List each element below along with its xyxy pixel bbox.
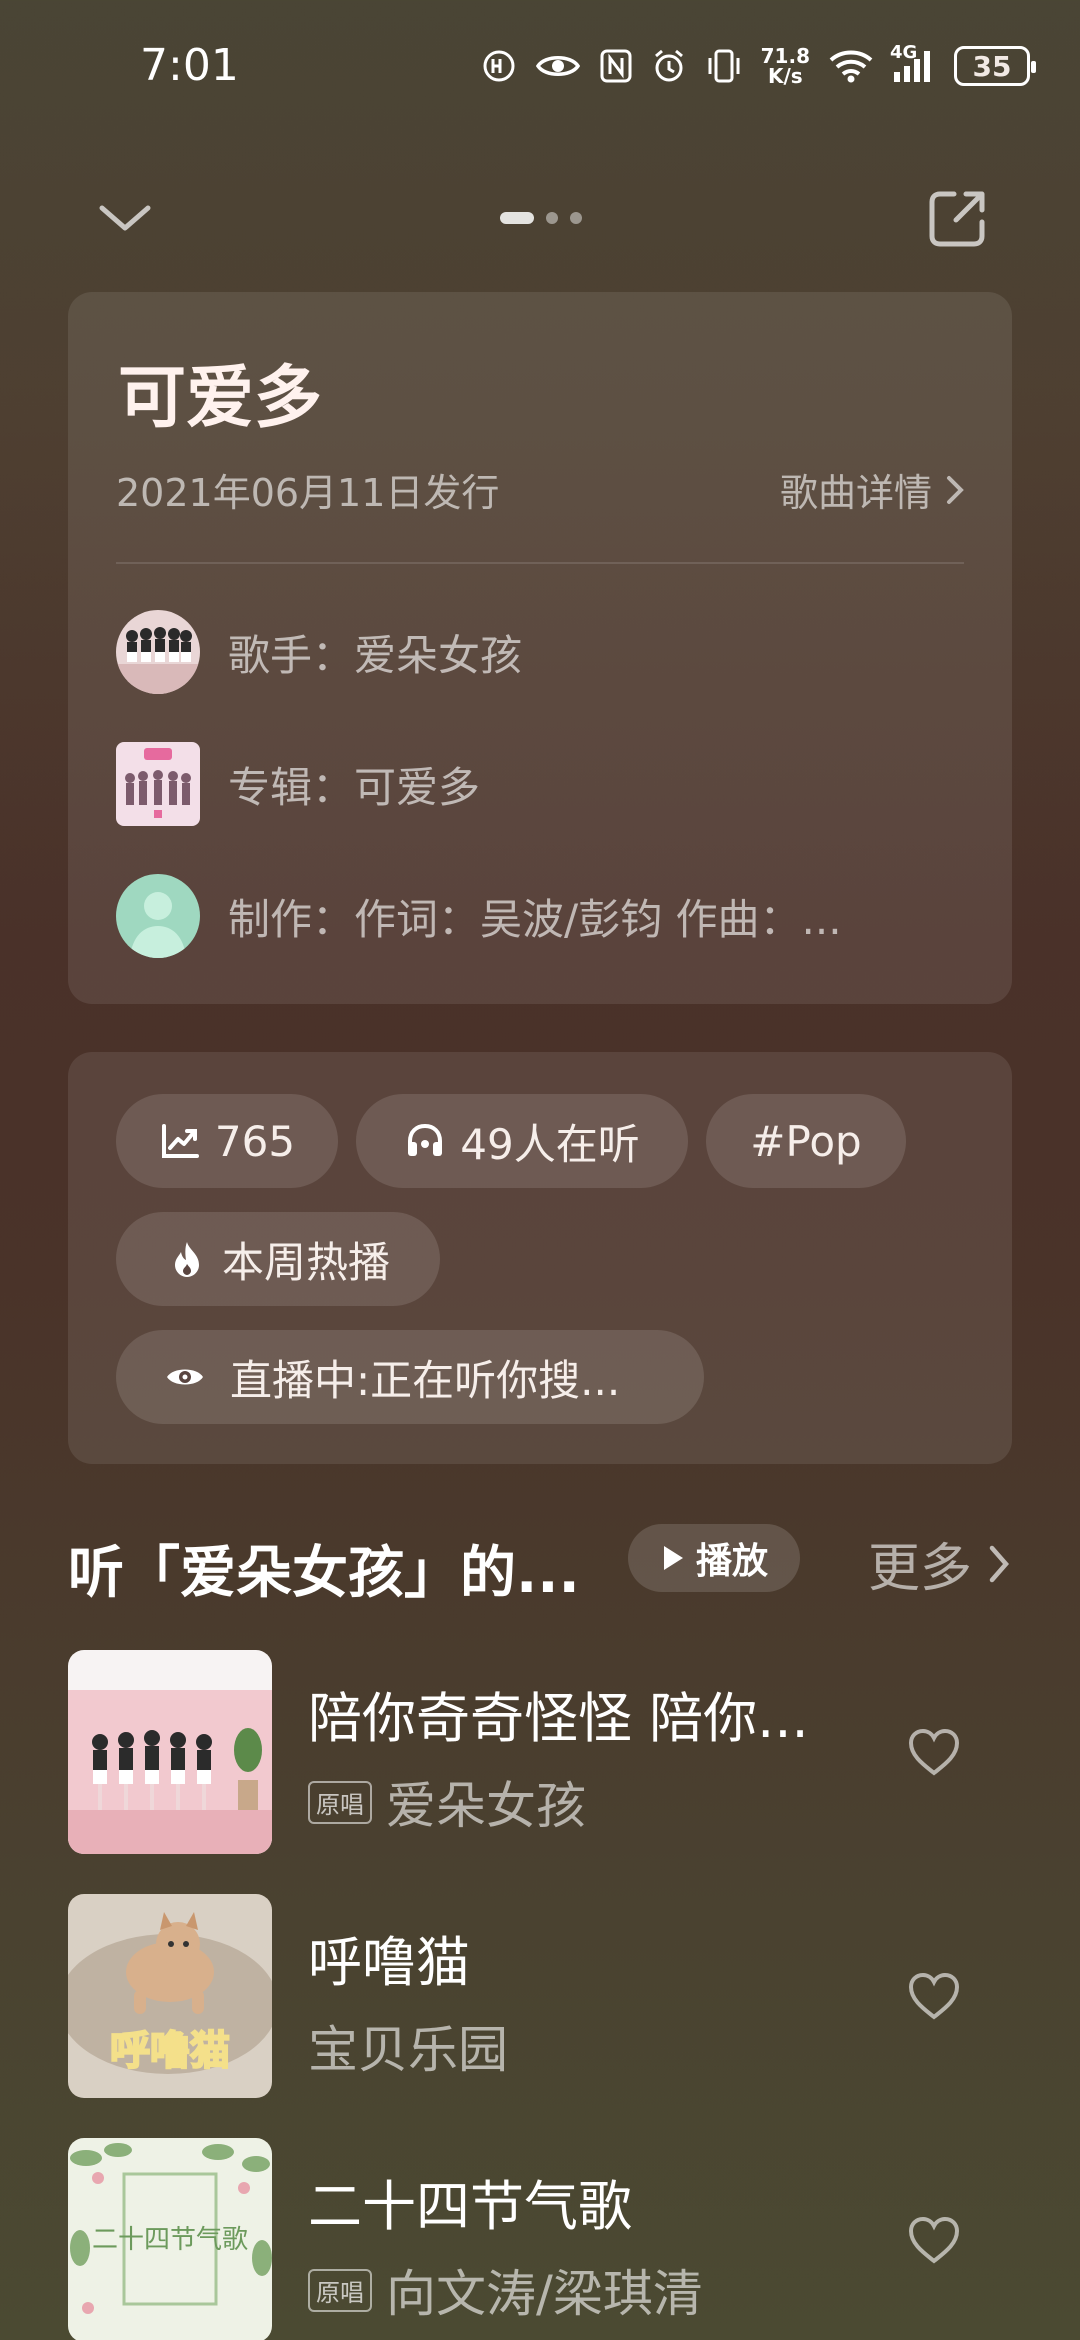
song-artist: 爱朵女孩: [386, 1777, 586, 1835]
song-artist-row: 宝贝乐园: [308, 2010, 508, 2082]
play-all-label: 播放: [695, 1541, 768, 1582]
share-icon: [929, 191, 985, 247]
svg-text:二十四节气歌: 二十四节气歌: [92, 2225, 248, 2255]
page-indicator: [500, 212, 582, 224]
genre-chip[interactable]: #Pop: [706, 1094, 906, 1188]
alarm-icon: [651, 48, 687, 84]
share-button[interactable]: [924, 186, 990, 252]
live-chip[interactable]: 直播中:正在听你搜...: [116, 1330, 704, 1424]
svg-text:呼噜猫: 呼噜猫: [110, 2028, 230, 2074]
song-detail-label: 歌曲详情: [779, 471, 932, 515]
song-artist: 向文涛/梁琪清: [386, 2265, 703, 2323]
song-detail-link[interactable]: 歌曲详情: [780, 462, 966, 517]
play-all-button[interactable]: 播放: [628, 1524, 800, 1592]
list-item[interactable]: 陪你奇奇怪怪 陪你... 原唱 爱朵女孩: [68, 1650, 1012, 1854]
song-info-card: 可爱多 2021年06月11日发行 歌曲详情 歌手：爱朵女孩 专辑：可爱多 制作…: [68, 292, 1012, 1004]
vibrate-icon: [705, 48, 743, 84]
section-title: 听「爱朵女孩」的...: [68, 1541, 580, 1606]
status-time: 7:01: [140, 40, 239, 91]
song-artist-row: 原唱 向文涛/梁琪清: [308, 2254, 703, 2326]
trend-chip[interactable]: 765: [116, 1094, 338, 1188]
listeners-count: 49人在听: [460, 1119, 640, 1169]
original-badge: 原唱: [308, 1780, 372, 1824]
original-badge: 原唱: [308, 2268, 372, 2312]
song-title: 可爱多: [118, 359, 323, 438]
wifi-icon: [828, 48, 874, 84]
like-button[interactable]: [906, 1970, 962, 2022]
play-icon: [663, 1546, 683, 1570]
similar-section-header: 听「爱朵女孩」的... 播放 更多: [68, 1520, 1012, 1606]
heart-icon: [908, 1728, 960, 1776]
page-dot-2: [546, 212, 558, 224]
battery-icon: 35: [954, 46, 1036, 86]
album-row[interactable]: 专辑：可爱多: [116, 742, 964, 826]
trend-count: 765: [214, 1116, 296, 1166]
hd-icon: [481, 48, 517, 84]
tags-card: 765 49人在听 #Pop 本周热播 直播中:正在听你搜...: [68, 1052, 1012, 1464]
nfc-icon: [599, 48, 633, 84]
song-cover: 呼噜猫: [68, 1894, 272, 2098]
chevron-right-icon: [989, 1545, 1009, 1582]
list-item[interactable]: 呼噜猫 呼噜猫 宝贝乐园: [68, 1894, 1012, 2098]
heart-icon: [908, 1972, 960, 2020]
song-name: 二十四节气歌: [308, 2175, 632, 2238]
song-name: 呼噜猫: [308, 1931, 470, 1994]
like-button[interactable]: [906, 2214, 962, 2266]
collapse-button[interactable]: [90, 190, 160, 250]
weekly-hot-label: 本周热播: [221, 1237, 390, 1287]
singer-avatar: [116, 610, 200, 694]
album-text: 专辑：可爱多: [228, 762, 481, 812]
page-dot-3: [570, 212, 582, 224]
song-cover: 二十四节气歌: [68, 2138, 272, 2340]
flame-icon: [166, 1238, 208, 1280]
production-text: 制作：作词：吴波/彭钧 作曲：...: [228, 894, 842, 944]
song-artist: 宝贝乐园: [308, 2021, 508, 2079]
heart-icon: [908, 2216, 960, 2264]
listeners-chip[interactable]: 49人在听: [356, 1094, 688, 1188]
net-speed: 71.8 K/s: [760, 44, 810, 88]
more-label: 更多: [867, 1539, 972, 1599]
chevron-down-icon: [99, 205, 151, 231]
headphones-icon: [404, 1120, 446, 1162]
genre-label: #Pop: [750, 1116, 862, 1166]
song-name: 陪你奇奇怪怪 陪你...: [308, 1687, 809, 1750]
status-bar: 7:01 71.8 K/s 4G 35: [0, 0, 1080, 140]
live-label: 直播中:正在听你搜...: [230, 1355, 621, 1405]
eye-icon: [535, 49, 581, 83]
like-button[interactable]: [906, 1726, 962, 1778]
album-cover: [116, 742, 200, 826]
more-link[interactable]: 更多: [868, 1526, 1012, 1601]
song-cover: [68, 1650, 272, 1854]
producer-avatar: [116, 874, 200, 958]
signal-icon: 4G: [890, 42, 936, 84]
release-date: 2021年06月11日发行: [116, 471, 500, 515]
song-artist-row: 原唱 爱朵女孩: [308, 1766, 586, 1838]
weekly-hot-chip[interactable]: 本周热播: [116, 1212, 440, 1306]
top-bar: [0, 180, 1080, 260]
eye-icon: [164, 1356, 206, 1398]
singer-row[interactable]: 歌手：爱朵女孩: [116, 610, 964, 694]
status-icons: 71.8 K/s 4G 35: [481, 42, 1036, 88]
divider: [116, 562, 964, 564]
singer-text: 歌手：爱朵女孩: [228, 630, 523, 680]
list-item[interactable]: 二十四节气歌 二十四节气歌 原唱 向文涛/梁琪清: [68, 2138, 1012, 2340]
chevron-right-icon: [947, 475, 964, 504]
production-row[interactable]: 制作：作词：吴波/彭钧 作曲：...: [116, 874, 964, 958]
page-dot-1: [500, 212, 534, 224]
trend-up-icon: [159, 1120, 201, 1162]
